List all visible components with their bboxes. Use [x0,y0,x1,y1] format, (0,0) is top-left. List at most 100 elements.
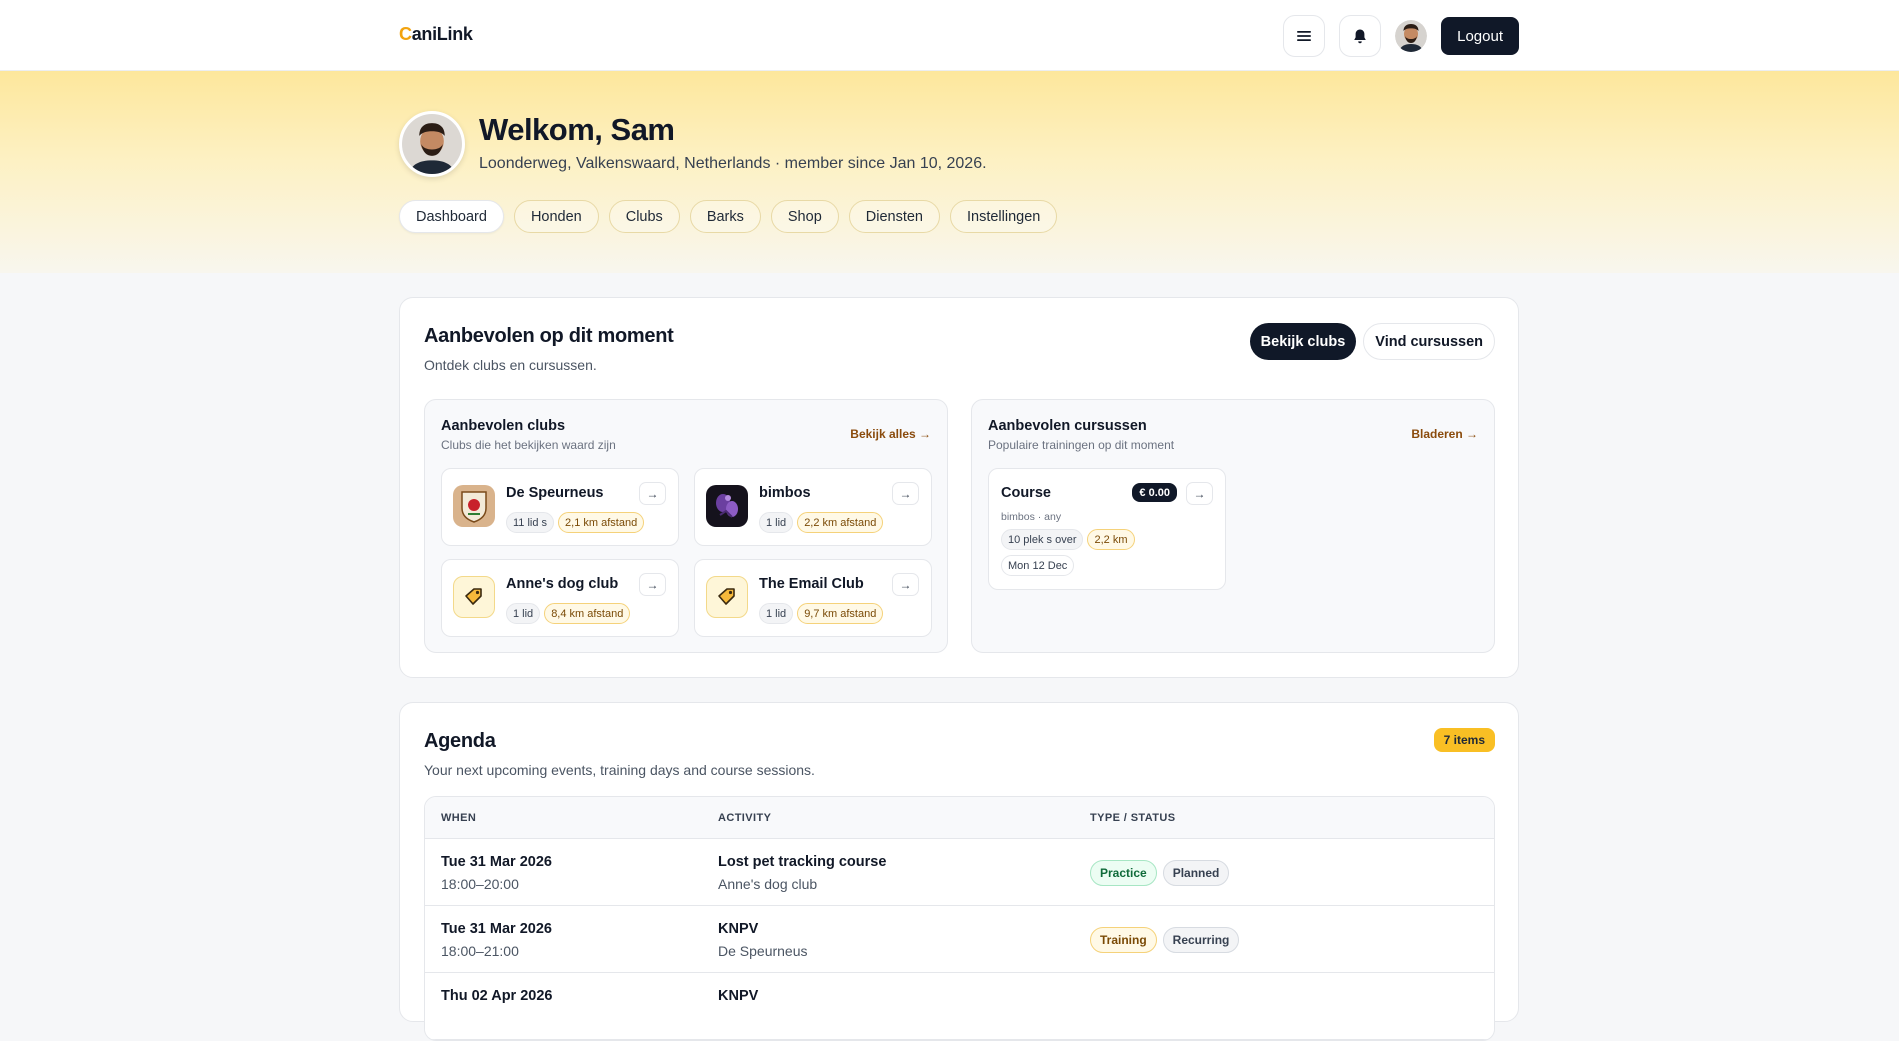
view-clubs-button[interactable]: Bekijk clubs [1249,323,1357,360]
open-course-button[interactable]: → [1186,482,1213,505]
recommended-actions: Bekijk clubs Vind cursussen [1249,323,1495,360]
row-time: 18:00–21:00 [441,943,519,959]
open-club-button[interactable]: → [892,482,919,505]
club-name: De Speurneus [506,485,604,501]
recommended-courses-panel: Aanbevolen cursussen Populaire traininge… [971,399,1495,653]
open-club-button[interactable]: → [892,573,919,596]
courses-panel-title: Aanbevolen cursussen [988,418,1147,434]
tab-instellingen[interactable]: Instellingen [950,200,1058,233]
agenda-title: Agenda [424,730,496,752]
user-avatar[interactable] [1395,20,1428,52]
row-date: Thu 02 Apr 2026 [441,988,553,1004]
logout-button[interactable]: Logout [1441,17,1519,55]
club-badges: 1 lid 8,4 km afstand [506,603,631,624]
club-logo [453,576,495,618]
member-count-badge: 1 lid [506,603,541,624]
course-card[interactable]: Course € 0.00 → bimbos · any 10 plek s o… [988,468,1226,590]
find-courses-button[interactable]: Vind cursussen [1363,323,1495,360]
spots-badge: 10 plek s over [1001,529,1084,550]
notifications-button[interactable] [1339,15,1382,57]
tab-diensten[interactable]: Diensten [848,200,940,233]
row-time: 18:00–20:00 [441,876,519,892]
hamburger-icon [1297,31,1312,41]
club-image-icon [706,485,748,527]
main-tabs: Dashboard Honden Clubs Barks Shop Dienst… [399,200,1058,233]
tab-honden[interactable]: Honden [513,200,599,233]
row-activity: Lost pet tracking course [718,854,887,870]
hero-section: Welkom, Sam Loonderweg, Valkenswaard, Ne… [0,71,1899,273]
club-card[interactable]: The Email Club → 1 lid 9,7 km afstand [694,559,932,637]
recommended-subtitle: Ontdek clubs en cursussen. [424,357,597,373]
recommended-clubs-panel: Aanbevolen clubs Clubs die het bekijken … [424,399,948,653]
brand-name: aniLink [411,24,473,44]
agenda-card: Agenda Your next upcoming events, traini… [399,702,1519,1041]
row-club: De Speurneus [718,943,808,959]
row-date: Tue 31 Mar 2026 [441,921,552,937]
recommended-card: Aanbevolen op dit moment Ontdek clubs en… [399,297,1519,678]
clubs-panel-title: Aanbevolen clubs [441,418,566,434]
club-logo [706,576,748,618]
club-logo [453,485,495,527]
table-row[interactable]: Thu 02 Apr 2026 KNPV [425,973,1494,1040]
club-card[interactable]: De Speurneus → 11 lid s 2,1 km afstand [441,468,679,546]
browse-courses-link[interactable]: Bladeren → [1411,427,1478,441]
header-actions: Logout [1283,15,1519,57]
agenda-table: WHEN ACTIVITY TYPE / STATUS Tue 31 Mar 2… [424,796,1495,1041]
member-count-badge: 11 lid s [506,512,555,533]
club-badges: 1 lid 9,7 km afstand [759,603,884,624]
menu-button[interactable] [1283,15,1326,57]
column-header-type-status: TYPE / STATUS [1090,812,1176,824]
distance-badge: 8,4 km afstand [544,603,631,624]
distance-badge: 2,2 km afstand [797,512,884,533]
brand-initial: C [399,24,412,44]
tab-clubs[interactable]: Clubs [608,200,680,233]
course-name: Course [1001,485,1051,501]
page-title: Welkom, Sam [479,112,675,147]
club-crest-icon [453,485,495,527]
club-card[interactable]: bimbos → 1 lid 2,2 km afstand [694,468,932,546]
distance-badge: 9,7 km afstand [797,603,884,624]
club-badges: 11 lid s 2,1 km afstand [506,512,645,533]
row-status: Training Recurring [1090,927,1240,953]
bell-icon [1354,29,1366,43]
row-activity: KNPV [718,988,759,1004]
type-badge: Practice [1090,860,1157,886]
tab-dashboard[interactable]: Dashboard [399,200,504,233]
row-activity: KNPV [718,921,759,937]
tab-shop[interactable]: Shop [770,200,839,233]
club-name: Anne's dog club [506,576,619,592]
table-row[interactable]: Tue 31 Mar 2026 18:00–20:00 Lost pet tra… [425,839,1494,906]
row-status: Practice Planned [1090,860,1230,886]
type-badge: Training [1090,927,1157,953]
table-header: WHEN ACTIVITY TYPE / STATUS [425,797,1494,839]
club-name: bimbos [759,485,811,501]
column-header-when: WHEN [441,812,477,824]
view-all-clubs-link[interactable]: Bekijk alles → [850,427,931,441]
course-date-row: Mon 12 Dec [1001,555,1075,576]
column-header-activity: ACTIVITY [718,812,772,824]
club-card[interactable]: Anne's dog club → 1 lid 8,4 km afstand [441,559,679,637]
profile-subtitle: Loonderweg, Valkenswaard, Netherlands · … [479,155,987,172]
date-badge: Mon 12 Dec [1001,555,1075,576]
tab-barks[interactable]: Barks [689,200,761,233]
club-badges: 1 lid 2,2 km afstand [759,512,884,533]
profile-avatar [399,111,465,177]
brand-logo[interactable]: CaniLink [399,24,473,45]
open-club-button[interactable]: → [639,573,666,596]
table-row[interactable]: Tue 31 Mar 2026 18:00–21:00 KNPV De Speu… [425,906,1494,973]
status-badge: Planned [1162,860,1230,886]
distance-badge: 2,1 km afstand [558,512,645,533]
agenda-count-badge: 7 items [1433,728,1495,752]
club-logo [706,485,748,527]
open-club-button[interactable]: → [639,482,666,505]
top-bar: CaniLink Logout [0,0,1899,71]
club-name: The Email Club [759,576,864,592]
row-club: Anne's dog club [718,876,818,892]
recommended-title: Aanbevolen op dit moment [424,325,674,347]
member-count-badge: 1 lid [759,512,794,533]
agenda-subtitle: Your next upcoming events, training days… [424,762,815,778]
course-badges: 10 plek s over 2,2 km [1001,529,1135,550]
price-badge: € 0.00 [1132,483,1177,502]
row-date: Tue 31 Mar 2026 [441,854,552,870]
courses-panel-subtitle: Populaire trainingen op dit moment [988,438,1175,452]
